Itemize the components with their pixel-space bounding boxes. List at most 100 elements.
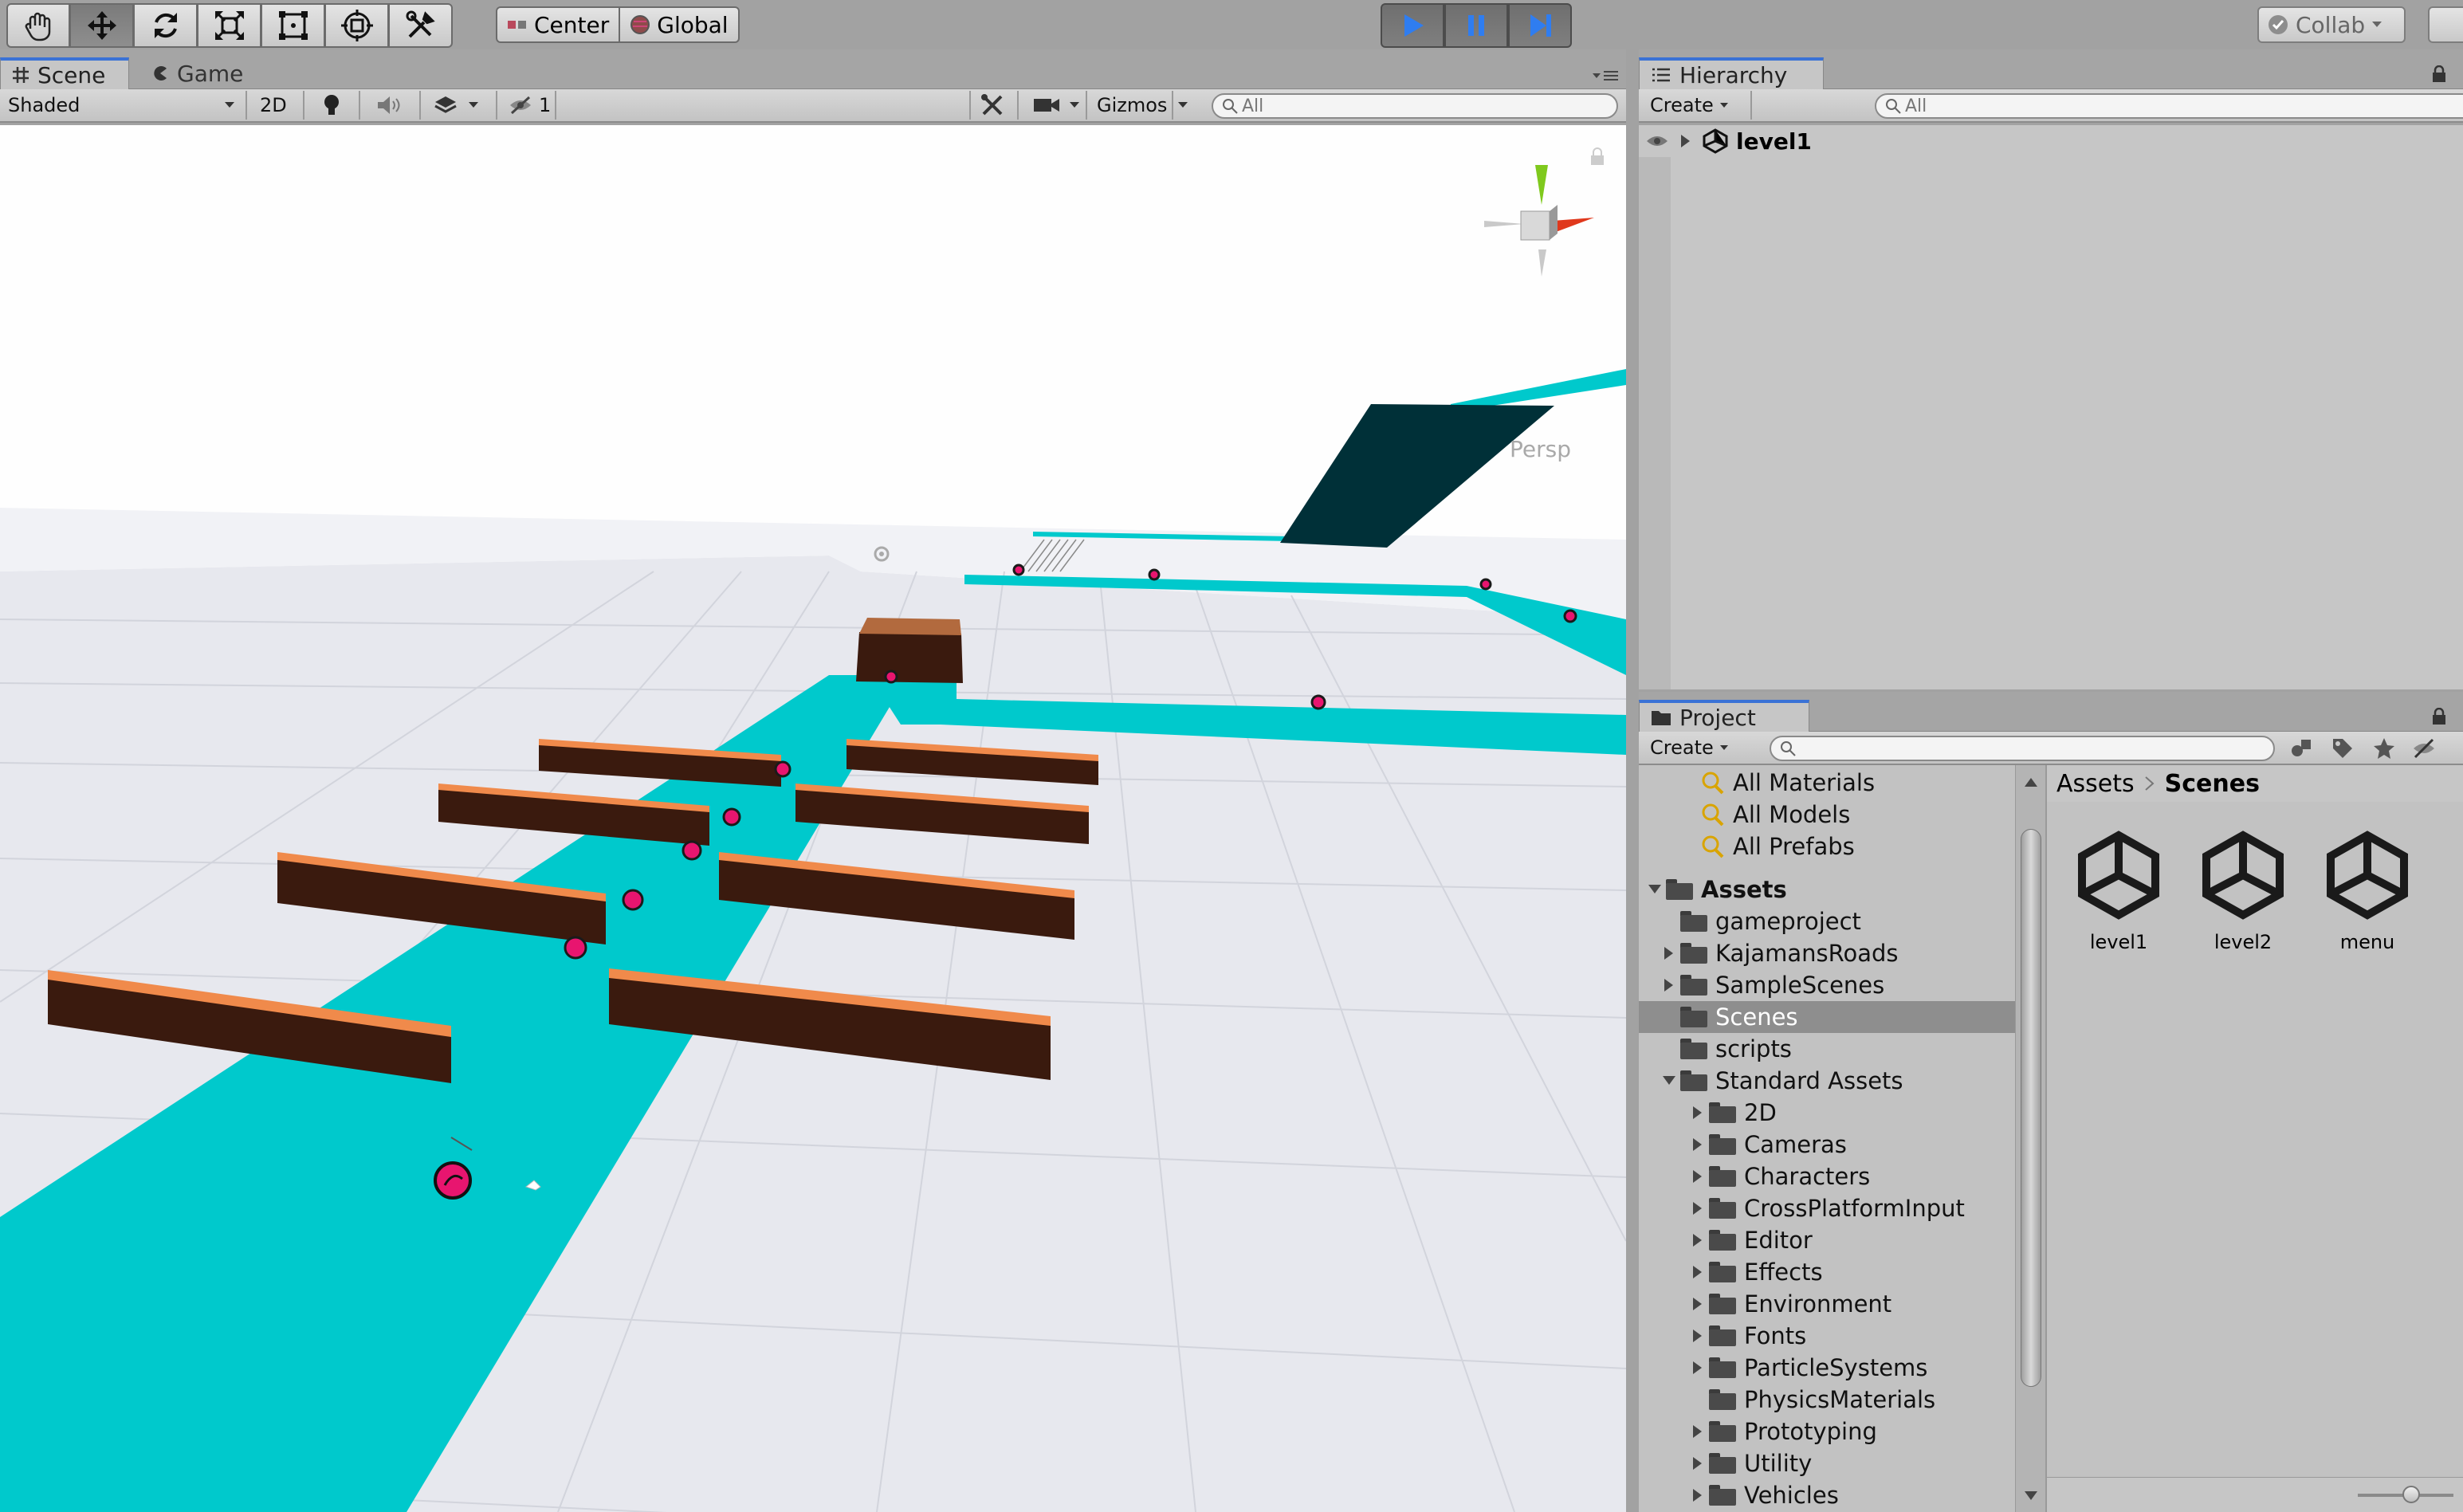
- tab-hierarchy[interactable]: Hierarchy: [1639, 57, 1824, 89]
- play-button[interactable]: [1381, 3, 1444, 48]
- mode-2d-toggle[interactable]: 2D: [260, 89, 287, 121]
- tab-scene[interactable]: Scene: [0, 57, 129, 89]
- chevron-right-icon[interactable]: [1690, 1424, 1706, 1439]
- account-button[interactable]: [2428, 6, 2463, 43]
- filter-type-icon[interactable]: [2289, 736, 2313, 760]
- tree-item-vehicles[interactable]: Vehicles: [1639, 1479, 2015, 1511]
- tree-item-2d[interactable]: 2D: [1639, 1097, 2015, 1129]
- breadcrumb-assets[interactable]: Assets: [2056, 770, 2135, 798]
- move-tool-button[interactable]: [70, 3, 134, 48]
- pause-button[interactable]: [1444, 3, 1508, 48]
- scroll-up-icon[interactable]: [2024, 776, 2038, 787]
- tree-item-characters[interactable]: Characters: [1639, 1161, 2015, 1192]
- gizmos-dropdown[interactable]: Gizmos: [1097, 89, 1167, 121]
- project-folder-tree[interactable]: All Materials All Models All Prefabs Ass…: [1639, 765, 2015, 1512]
- chevron-right-icon[interactable]: [1690, 1296, 1706, 1312]
- star-icon[interactable]: [2372, 736, 2396, 760]
- custom-tool-button[interactable]: [389, 3, 453, 48]
- asset-scene-file[interactable]: level2: [2187, 829, 2299, 953]
- tree-item-assets[interactable]: Assets: [1639, 874, 2015, 905]
- orientation-gizmo[interactable]: [1484, 165, 1594, 277]
- tree-item-scripts[interactable]: scripts: [1639, 1033, 2015, 1065]
- effects-dropdown[interactable]: [434, 89, 478, 121]
- favorite-item[interactable]: All Prefabs: [1639, 831, 2015, 862]
- chevron-down-icon[interactable]: [1178, 102, 1188, 108]
- audio-toggle[interactable]: [376, 89, 402, 121]
- scene-search-input[interactable]: All: [1212, 93, 1618, 119]
- chevron-right-icon[interactable]: [1690, 1168, 1706, 1184]
- chevron-right-icon[interactable]: [1690, 1137, 1706, 1153]
- shading-mode-dropdown[interactable]: Shaded: [8, 89, 239, 121]
- tree-item-fonts[interactable]: Fonts: [1639, 1320, 2015, 1352]
- tree-item-prototyping[interactable]: Prototyping: [1639, 1416, 2015, 1447]
- hierarchy-scene-row[interactable]: level1: [1639, 125, 2463, 157]
- tree-item-physicsmaterials[interactable]: PhysicsMaterials: [1639, 1384, 2015, 1416]
- project-tree-scrollbar[interactable]: [2015, 765, 2045, 1512]
- hand-tool-button[interactable]: [6, 3, 70, 48]
- pivot-mode-button[interactable]: Center: [496, 6, 621, 43]
- tag-icon[interactable]: [2331, 736, 2355, 760]
- lighting-toggle[interactable]: [322, 89, 341, 121]
- chevron-right-icon[interactable]: [1690, 1200, 1706, 1216]
- hierarchy-list[interactable]: [1639, 125, 2463, 689]
- asset-scene-file[interactable]: level1: [2063, 829, 2174, 953]
- tree-item-gameproject[interactable]: gameproject: [1639, 905, 2015, 937]
- panel-menu-icon[interactable]: [1591, 69, 1620, 83]
- hierarchy-create-dropdown[interactable]: Create: [1650, 89, 1728, 121]
- transform-tool-button[interactable]: [325, 3, 389, 48]
- camera-dropdown[interactable]: [1033, 89, 1079, 121]
- pivot-rotation-button[interactable]: Global: [620, 6, 740, 43]
- lock-icon[interactable]: [2431, 708, 2447, 725]
- project-create-dropdown[interactable]: Create: [1650, 732, 1728, 764]
- tree-item-effects[interactable]: Effects: [1639, 1256, 2015, 1288]
- tree-item-standard-assets[interactable]: Standard Assets: [1639, 1065, 2015, 1097]
- eye-slash-icon[interactable]: [2412, 738, 2436, 759]
- hierarchy-search-input[interactable]: All: [1875, 93, 2463, 119]
- tree-item-samplescenes[interactable]: SampleScenes: [1639, 969, 2015, 1001]
- lock-icon[interactable]: [1591, 147, 1604, 165]
- tree-item-particlesystems[interactable]: ParticleSystems: [1639, 1352, 2015, 1384]
- chevron-right-icon[interactable]: [1661, 945, 1677, 961]
- chevron-right-icon[interactable]: [1661, 977, 1677, 993]
- scene-tools-button[interactable]: [980, 89, 1004, 121]
- tab-game[interactable]: Game: [140, 57, 254, 89]
- projection-label[interactable]: Persp: [1510, 436, 1571, 462]
- rect-tool-button[interactable]: [261, 3, 325, 48]
- tree-item-kajamansroads[interactable]: KajamansRoads: [1639, 937, 2015, 969]
- chevron-right-icon[interactable]: [1690, 1105, 1706, 1121]
- chevron-down-icon[interactable]: [1647, 882, 1663, 897]
- panel-divider[interactable]: [1626, 49, 1639, 1512]
- chevron-right-icon[interactable]: [1680, 134, 1691, 148]
- tree-item-crossplatforminput[interactable]: CrossPlatformInput: [1639, 1192, 2015, 1224]
- step-button[interactable]: [1508, 3, 1572, 48]
- lock-icon[interactable]: [2431, 65, 2447, 83]
- favorite-item[interactable]: All Materials: [1639, 767, 2015, 799]
- scene-view[interactable]: Persp: [0, 125, 1626, 1512]
- rotate-tool-button[interactable]: [134, 3, 198, 48]
- icon-size-slider[interactable]: [2402, 1486, 2420, 1503]
- scrollbar-thumb[interactable]: [2021, 829, 2041, 1387]
- tree-item-editor[interactable]: Editor: [1639, 1224, 2015, 1256]
- chevron-right-icon[interactable]: [1690, 1487, 1706, 1503]
- tree-item-utility[interactable]: Utility: [1639, 1447, 2015, 1479]
- eye-icon[interactable]: [1645, 132, 1669, 150]
- collab-button[interactable]: Collab: [2257, 6, 2406, 43]
- favorite-item[interactable]: All Models: [1639, 799, 2015, 831]
- tree-item-scenes[interactable]: Scenes: [1639, 1001, 2015, 1033]
- chevron-down-icon[interactable]: [1661, 1073, 1677, 1089]
- chevron-right-icon[interactable]: [1690, 1232, 1706, 1248]
- tree-item-environment[interactable]: Environment: [1639, 1288, 2015, 1320]
- scroll-down-icon[interactable]: [2024, 1490, 2038, 1502]
- chevron-right-icon[interactable]: [1690, 1328, 1706, 1344]
- tab-project[interactable]: Project: [1639, 700, 1809, 732]
- project-asset-browser[interactable]: Assets Scenes level1 level2 menu: [2045, 765, 2463, 1512]
- breadcrumb-scenes[interactable]: Scenes: [2165, 770, 2260, 798]
- project-search-input[interactable]: [1770, 736, 2275, 761]
- chevron-right-icon[interactable]: [1690, 1360, 1706, 1376]
- scale-tool-button[interactable]: [198, 3, 261, 48]
- asset-scene-file[interactable]: menu: [2312, 829, 2423, 953]
- chevron-right-icon[interactable]: [1690, 1264, 1706, 1280]
- hidden-objects-toggle[interactable]: 1: [509, 89, 551, 121]
- chevron-right-icon[interactable]: [1690, 1455, 1706, 1471]
- tree-item-cameras[interactable]: Cameras: [1639, 1129, 2015, 1161]
